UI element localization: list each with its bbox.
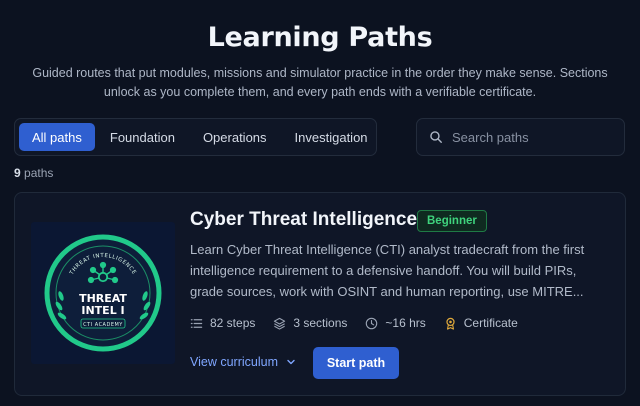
meta-steps-label: 82 steps: [210, 316, 256, 330]
meta-duration: ~16 hrs: [365, 316, 426, 330]
results-count: 9 paths: [14, 166, 53, 180]
path-description: Learn Cyber Threat Intelligence (CTI) an…: [190, 242, 585, 299]
search-box[interactable]: [416, 118, 625, 156]
meta-certificate-label: Certificate: [463, 316, 518, 330]
search-input[interactable]: [452, 129, 612, 145]
view-curriculum-label: View curriculum: [190, 355, 278, 369]
view-curriculum-toggle[interactable]: View curriculum: [190, 355, 296, 369]
award-icon: [446, 317, 455, 330]
meta-steps: 82 steps: [190, 316, 255, 330]
level-badge: Beginner: [417, 210, 487, 232]
meta-sections-label: 3 sections: [293, 316, 348, 330]
svg-text:INTEL I: INTEL I: [81, 304, 124, 317]
svg-text:CTI ACADEMY: CTI ACADEMY: [83, 322, 123, 328]
search-icon: [430, 131, 442, 143]
results-count-number: 9: [14, 166, 21, 180]
tab-investigation[interactable]: Investigation: [282, 123, 381, 151]
tab-foundation[interactable]: Foundation: [97, 123, 188, 151]
tab-operations[interactable]: Operations: [190, 123, 280, 151]
start-path-button[interactable]: Start path: [313, 347, 399, 379]
path-badge-image: THREAT INTELLIGENCE THREAT INTEL I CTI A…: [31, 222, 175, 364]
filter-tabs: All paths Foundation Operations Investig…: [14, 118, 377, 156]
results-count-label: paths: [24, 166, 54, 180]
path-meta: 82 steps 3 sections ~16 hrs Certificate: [190, 316, 536, 330]
meta-certificate: Certificate: [444, 316, 518, 330]
meta-duration-label: ~16 hrs: [385, 316, 426, 330]
tab-all-paths[interactable]: All paths: [19, 123, 95, 151]
chevron-down-icon: [287, 359, 295, 365]
meta-sections: 3 sections: [273, 316, 347, 330]
list-icon: [190, 318, 203, 328]
page-title: Learning Paths: [207, 22, 433, 53]
page-subtitle: Guided routes that put modules, missions…: [32, 66, 608, 99]
path-title[interactable]: Cyber Threat Intelligence: [190, 209, 417, 231]
layers-icon: [274, 317, 286, 330]
clock-icon: [366, 317, 378, 329]
path-card: THREAT INTELLIGENCE THREAT INTEL I CTI A…: [14, 192, 626, 396]
